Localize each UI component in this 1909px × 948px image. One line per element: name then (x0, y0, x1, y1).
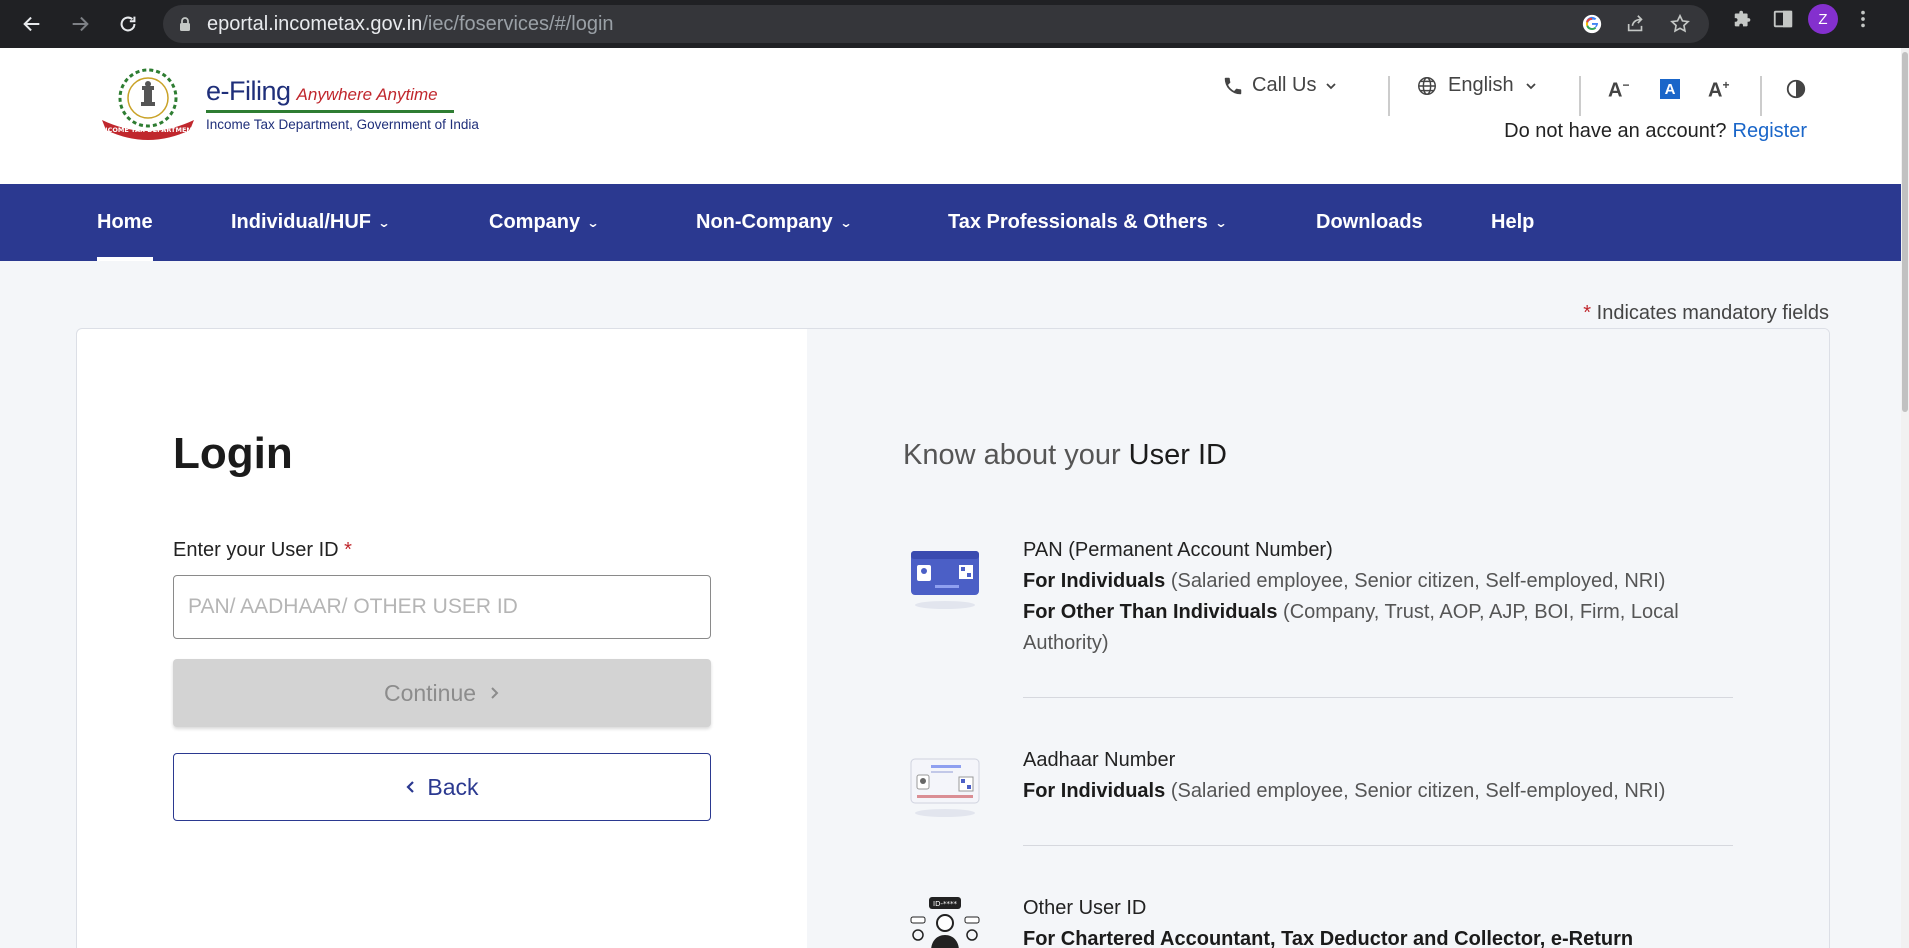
chevron-left-icon (406, 781, 415, 793)
info-entry-pan: PAN (Permanent Account Number) For Indiv… (1023, 539, 1679, 654)
bookmark-star-icon[interactable] (1665, 9, 1695, 39)
scrollbar-thumb[interactable] (1902, 52, 1908, 412)
font-decrease-button[interactable]: A− (1608, 78, 1629, 103)
emblem-text: INCOME TAX DEPARTMENT (100, 126, 197, 134)
chevron-down-icon: ⌄ (839, 215, 853, 230)
chevron-down-icon: ⌄ (1214, 215, 1228, 230)
pan-card-icon (911, 551, 979, 609)
brand-department: Income Tax Department, Government of Ind… (206, 117, 479, 132)
extensions-puzzle-icon[interactable] (1728, 4, 1758, 34)
mandatory-note: * Indicates mandatory fields (1583, 302, 1829, 324)
brand-name: e-Filing (206, 76, 291, 106)
header-divider (1760, 76, 1762, 116)
chevron-down-icon (1326, 82, 1337, 89)
brand-tagline: Anywhere Anytime (296, 85, 438, 104)
phone-icon (1224, 77, 1242, 94)
income-tax-emblem: INCOME TAX DEPARTMENT (98, 68, 198, 140)
nav-downloads[interactable]: Downloads (1316, 184, 1423, 261)
header-divider (1388, 76, 1390, 116)
other-user-id-icon: ID-**** (910, 897, 980, 948)
browser-menu-icon[interactable] (1848, 4, 1878, 34)
svg-text:ID-****: ID-**** (933, 900, 957, 908)
chevron-down-icon: ⌄ (586, 215, 600, 230)
lock-icon (180, 17, 190, 31)
page-title: Login (173, 429, 293, 478)
aadhaar-card-icon (910, 758, 980, 817)
font-increase-button[interactable]: A+ (1708, 78, 1729, 103)
page-scrollbar[interactable] (1901, 48, 1909, 948)
nav-help[interactable]: Help (1491, 184, 1534, 261)
browser-chrome: eportal.incometax.gov.in/iec/foservices/… (0, 0, 1909, 48)
language-label: English (1448, 74, 1514, 96)
google-icon[interactable] (1577, 9, 1607, 39)
info-entry-other-user-id: Other User ID For Chartered Accountant, … (1023, 897, 1634, 948)
user-id-label: Enter your User ID * (173, 539, 352, 561)
info-entry-aadhaar: Aadhaar Number For Individuals (Salaried… (1023, 749, 1666, 802)
login-card: Login Enter your User ID * Continue Back… (76, 328, 1830, 948)
continue-button[interactable]: Continue (173, 659, 711, 727)
forward-arrow-icon[interactable] (60, 4, 100, 44)
url-host: eportal.incometax.gov.in (207, 12, 423, 35)
share-icon[interactable] (1621, 9, 1651, 39)
nav-company[interactable]: Company ⌄ (489, 184, 600, 261)
contrast-toggle-icon[interactable] (1785, 78, 1807, 100)
info-divider (1023, 697, 1733, 698)
profile-avatar[interactable]: Z (1808, 4, 1838, 34)
chevron-down-icon: ⌄ (377, 215, 391, 230)
font-normal-button[interactable]: A (1660, 79, 1680, 99)
efiling-logo[interactable]: INCOME TAX DEPARTMENT e-Filing Anywhere … (98, 68, 479, 140)
nav-non-company[interactable]: Non-Company ⌄ (696, 184, 853, 261)
chevron-down-icon (1525, 82, 1536, 89)
info-divider (1023, 845, 1733, 846)
url-path: /iec/foservices/#/login (422, 12, 614, 35)
user-id-input[interactable] (173, 575, 711, 639)
call-us-dropdown[interactable]: Call Us (1222, 74, 1338, 97)
user-id-heading: Know about your User ID (903, 439, 1227, 471)
brand-rule (206, 110, 454, 113)
register-link[interactable]: Register (1733, 120, 1807, 142)
side-panel-icon[interactable] (1768, 4, 1798, 34)
nav-tax-professionals[interactable]: Tax Professionals & Others ⌄ (948, 184, 1228, 261)
nav-home[interactable]: Home (97, 184, 153, 261)
reload-icon[interactable] (108, 4, 148, 44)
back-arrow-icon[interactable] (12, 4, 52, 44)
account-prompt: Do not have an account? Register (1504, 120, 1807, 142)
header-divider (1579, 76, 1581, 116)
nav-individual-huf[interactable]: Individual/HUF ⌄ (231, 184, 391, 261)
language-dropdown[interactable]: English (1416, 74, 1538, 97)
globe-icon (1418, 76, 1436, 95)
back-button[interactable]: Back (173, 753, 711, 821)
main-nav: Home Individual/HUF ⌄ Company ⌄ Non-Compan… (0, 184, 1909, 261)
site-header: INCOME TAX DEPARTMENT e-Filing Anywhere … (0, 48, 1909, 184)
chevron-right-icon (491, 687, 499, 699)
address-bar[interactable]: eportal.incometax.gov.in/iec/foservices/… (163, 5, 1709, 43)
call-us-label: Call Us (1252, 74, 1317, 96)
